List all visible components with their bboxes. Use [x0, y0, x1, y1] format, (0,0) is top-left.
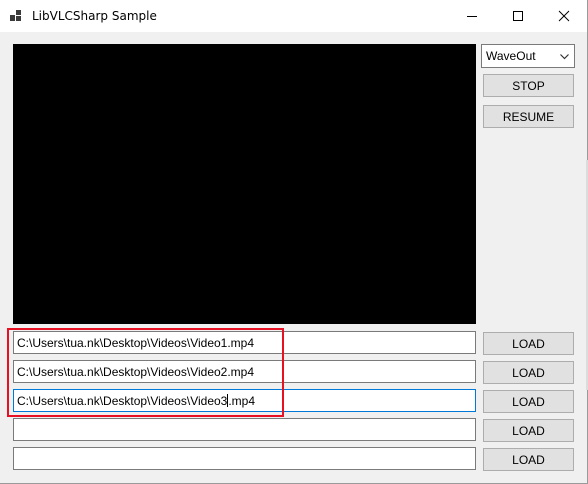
close-button[interactable] — [541, 0, 587, 32]
stop-button[interactable]: STOP — [483, 74, 574, 97]
resume-button[interactable]: RESUME — [483, 105, 574, 128]
load-button-3[interactable]: LOAD — [483, 390, 574, 413]
media-path-field-4[interactable] — [13, 418, 476, 441]
load-button-2[interactable]: LOAD — [483, 361, 574, 384]
close-icon — [558, 10, 570, 22]
chevron-down-icon — [560, 54, 569, 60]
title-bar[interactable]: LibVLCSharp Sample — [0, 0, 587, 32]
maximize-icon — [513, 11, 523, 21]
media-path-text-3b: .mp4 — [228, 394, 256, 408]
media-path-field-2[interactable]: C:\Users\tua.nk\Desktop\Videos\Video2.mp… — [13, 360, 476, 383]
app-icon — [10, 10, 24, 22]
window-title: LibVLCSharp Sample — [32, 9, 157, 23]
audio-output-select[interactable]: WaveOut — [481, 44, 575, 68]
media-path-field-1[interactable]: C:\Users\tua.nk\Desktop\Videos\Video1.mp… — [13, 331, 476, 354]
media-path-field-5[interactable] — [13, 447, 476, 470]
media-path-field-3[interactable]: C:\Users\tua.nk\Desktop\Videos\Video3.mp… — [13, 389, 476, 412]
minimize-button[interactable] — [449, 0, 495, 32]
load-button-1[interactable]: LOAD — [483, 332, 574, 355]
maximize-button[interactable] — [495, 0, 541, 32]
minimize-icon — [467, 16, 477, 17]
app-window: LibVLCSharp Sample WaveOut STOP RESUME C… — [0, 0, 588, 484]
load-button-4[interactable]: LOAD — [483, 419, 574, 442]
load-button-5[interactable]: LOAD — [483, 448, 574, 471]
audio-output-value: WaveOut — [486, 49, 536, 63]
video-view[interactable] — [13, 44, 476, 324]
media-path-text-3a: C:\Users\tua.nk\Desktop\Videos\Video3 — [17, 394, 228, 408]
